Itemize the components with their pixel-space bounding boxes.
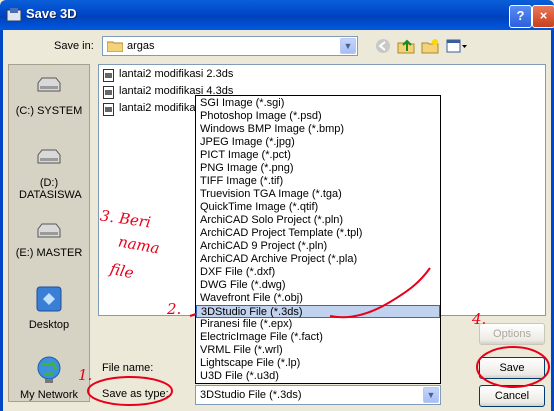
cancel-button[interactable]: Cancel [479, 385, 545, 407]
help-button[interactable]: ? [509, 5, 532, 28]
chevron-down-icon[interactable]: ▼ [340, 38, 356, 54]
chevron-down-icon[interactable]: ▼ [423, 387, 439, 403]
file-type-option[interactable]: TIFF Image (*.tif) [196, 175, 440, 188]
place-c-system[interactable]: (C:) SYSTEM [9, 65, 89, 125]
file-type-option[interactable]: PNG Image (*.png) [196, 162, 440, 175]
file-type-option[interactable]: DXF File (*.dxf) [196, 266, 440, 279]
save-as-type-combobox[interactable]: 3DStudio File (*.3ds) ▼ [195, 385, 441, 405]
place-e-master[interactable]: (E:) MASTER [9, 207, 89, 267]
file-type-option[interactable]: Windows BMP Image (*.bmp) [196, 123, 440, 136]
network-globe-icon [37, 356, 61, 383]
file-type-option[interactable]: PICT Image (*.pct) [196, 149, 440, 162]
up-folder-icon[interactable] [397, 38, 415, 54]
file-name-label: File name: [102, 362, 154, 374]
file-type-option[interactable]: ArchiCAD Archive Project (*.pla) [196, 253, 440, 266]
window-border-left [0, 30, 3, 411]
file-type-option[interactable]: ArchiCAD 9 Project (*.pln) [196, 240, 440, 253]
3ds-file-icon [103, 86, 114, 99]
hard-drive-icon [37, 223, 61, 238]
file-type-option[interactable]: Piranesi file (*.epx) [196, 318, 440, 331]
place-my-network[interactable]: My Network [9, 349, 89, 401]
file-type-option[interactable]: DWG File (*.dwg) [196, 279, 440, 292]
annotation-step-1: 1. [78, 366, 93, 384]
title-bar[interactable] [0, 0, 554, 30]
file-type-option[interactable]: SGI Image (*.sgi) [196, 97, 440, 110]
window-title: Save 3D [26, 6, 77, 21]
app-icon [6, 8, 22, 22]
file-type-option[interactable]: Photoshop Image (*.psd) [196, 110, 440, 123]
file-type-option[interactable]: 3DStudio File (*.3ds) [196, 305, 440, 318]
file-type-option[interactable]: JPEG Image (*.jpg) [196, 136, 440, 149]
3ds-file-icon [103, 69, 114, 82]
file-type-option[interactable]: QuickTime Image (*.qtif) [196, 201, 440, 214]
view-menu-icon[interactable] [446, 38, 468, 54]
file-type-option[interactable]: U3D File (*.u3d) [196, 370, 440, 383]
place-label: My Network [19, 389, 79, 401]
file-name: lantai2 modifikasi [119, 102, 204, 114]
annotation-step-4: 4. [472, 310, 487, 328]
file-type-option[interactable]: Wavefront File (*.obj) [196, 292, 440, 305]
hard-drive-icon [37, 149, 61, 164]
close-button[interactable]: × [532, 5, 554, 28]
hard-drive-icon [37, 77, 61, 92]
file-type-option[interactable]: ArchiCAD Solo Project (*.pln) [196, 214, 440, 227]
save-button[interactable]: Save [479, 357, 545, 379]
file-name: lantai2 modifikasi 2.3ds [119, 68, 234, 80]
save-as-type-label: Save as type: [102, 388, 169, 400]
file-type-option[interactable]: Truevision TGA Image (*.tga) [196, 188, 440, 201]
place-d-datasiswa[interactable]: (D:) DATASISWA [9, 129, 89, 201]
place-label: (C:) SYSTEM [15, 105, 83, 117]
new-folder-icon[interactable] [421, 38, 439, 54]
annotation-step-2: 2. [167, 300, 182, 318]
file-type-option[interactable]: ArchiCAD Project Template (*.tpl) [196, 227, 440, 240]
save-as-type-value: 3DStudio File (*.3ds) [200, 389, 302, 401]
file-type-dropdown-list[interactable]: SGI Image (*.sgi) Photoshop Image (*.psd)… [195, 95, 441, 384]
file-type-option[interactable]: VRML File (*.wrl) [196, 344, 440, 357]
save-in-label: Save in: [54, 40, 94, 52]
place-desktop[interactable]: Desktop [9, 279, 89, 339]
options-button[interactable]: Options [479, 323, 545, 345]
save-in-value: argas [127, 40, 155, 52]
place-label: (D:) DATASISWA [19, 177, 82, 201]
place-label: Desktop [28, 319, 70, 331]
save-in-combobox[interactable]: argas ▼ [102, 36, 358, 56]
desktop-icon [36, 286, 62, 312]
back-icon[interactable] [374, 38, 392, 54]
file-type-option[interactable]: Lightscape File (*.lp) [196, 357, 440, 370]
places-bar: (C:) SYSTEM (D:) DATASISWA (E:) MASTER D… [8, 64, 90, 402]
place-label: (E:) MASTER [15, 247, 83, 259]
folder-icon [107, 41, 123, 52]
file-type-option[interactable]: ElectricImage File (*.fact) [196, 331, 440, 344]
3ds-file-icon [103, 103, 114, 116]
